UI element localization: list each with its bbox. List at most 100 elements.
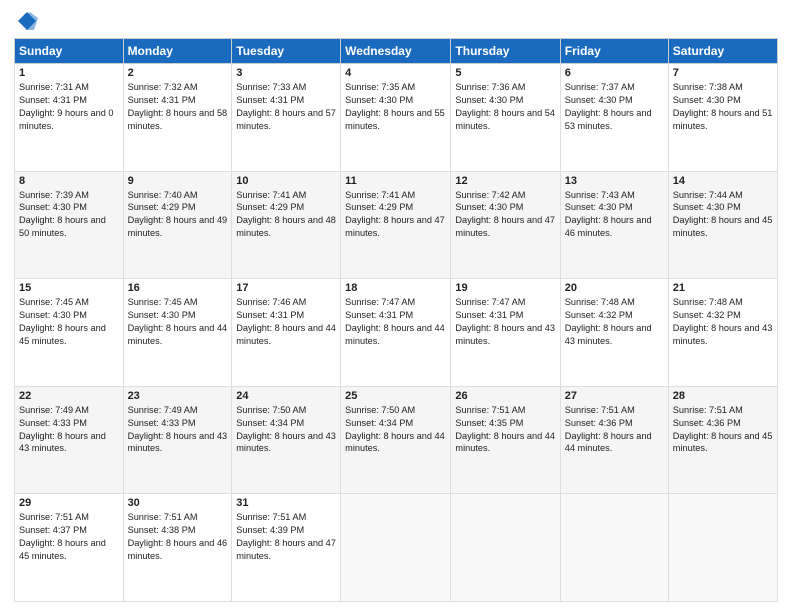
day-number: 26: [455, 390, 555, 402]
calendar-body: 1 Sunrise: 7:31 AMSunset: 4:31 PMDaylight…: [15, 64, 778, 602]
page-header: [14, 10, 778, 30]
day-info: Sunrise: 7:51 AMSunset: 4:36 PMDaylight:…: [565, 404, 664, 456]
table-row: 26Sunrise: 7:51 AMSunset: 4:35 PMDayligh…: [451, 386, 560, 494]
table-row: 9Sunrise: 7:40 AMSunset: 4:29 PMDaylight…: [123, 171, 232, 279]
day-number: 28: [673, 390, 773, 402]
table-row: 23 Sunrise: 7:49 AMSunset: 4:33 PMDayligh…: [123, 386, 232, 494]
day-number: 30: [128, 497, 228, 509]
day-number: 4: [345, 67, 446, 79]
day-info: Sunrise: 7:47 AMSunset: 4:31 PMDaylight:…: [455, 296, 555, 348]
col-sunday: Sunday: [15, 39, 124, 64]
day-number: 15: [19, 282, 119, 294]
day-number: 27: [565, 390, 664, 402]
day-number: 23: [128, 390, 228, 402]
day-info: Sunrise: 7:51 AMSunset: 4:36 PMDaylight:…: [673, 404, 773, 456]
day-info: Sunrise: 7:48 AMSunset: 4:32 PMDaylight:…: [565, 296, 664, 348]
table-row: 10 Sunrise: 7:41 AMSunset: 4:29 PMDayligh…: [232, 171, 341, 279]
table-row: 13Sunrise: 7:43 AMSunset: 4:30 PMDayligh…: [560, 171, 668, 279]
table-row: 15Sunrise: 7:45 AMSunset: 4:30 PMDayligh…: [15, 279, 124, 387]
day-info: Sunrise: 7:35 AMSunset: 4:30 PMDaylight:…: [345, 81, 446, 133]
day-number: 11: [345, 175, 446, 187]
col-tuesday: Tuesday: [232, 39, 341, 64]
calendar: Sunday Monday Tuesday Wednesday Thursday…: [14, 38, 778, 602]
day-info: Sunrise: 7:39 AMSunset: 4:30 PMDaylight:…: [19, 189, 119, 241]
day-number: 13: [565, 175, 664, 187]
day-number: 5: [455, 67, 555, 79]
table-row: 5 Sunrise: 7:36 AMSunset: 4:30 PMDaylight…: [451, 64, 560, 172]
day-info: Sunrise: 7:50 AMSunset: 4:34 PMDaylight:…: [345, 404, 446, 456]
table-row: 27 Sunrise: 7:51 AMSunset: 4:36 PMDayligh…: [560, 386, 668, 494]
day-info: Sunrise: 7:37 AMSunset: 4:30 PMDaylight:…: [565, 81, 664, 133]
day-info: Sunrise: 7:40 AMSunset: 4:29 PMDaylight:…: [128, 189, 228, 241]
day-number: 21: [673, 282, 773, 294]
table-row: 4 Sunrise: 7:35 AMSunset: 4:30 PMDaylight…: [341, 64, 451, 172]
calendar-week-1: 1 Sunrise: 7:31 AMSunset: 4:31 PMDaylight…: [15, 64, 778, 172]
table-row: 1 Sunrise: 7:31 AMSunset: 4:31 PMDaylight…: [15, 64, 124, 172]
day-number: 24: [236, 390, 336, 402]
day-info: Sunrise: 7:38 AMSunset: 4:30 PMDaylight:…: [673, 81, 773, 133]
day-info: Sunrise: 7:41 AMSunset: 4:29 PMDaylight:…: [345, 189, 446, 241]
day-number: 7: [673, 67, 773, 79]
day-number: 2: [128, 67, 228, 79]
day-number: 3: [236, 67, 336, 79]
day-info: Sunrise: 7:49 AMSunset: 4:33 PMDaylight:…: [128, 404, 228, 456]
table-row: [668, 494, 777, 602]
calendar-week-2: 8Sunrise: 7:39 AMSunset: 4:30 PMDaylight…: [15, 171, 778, 279]
table-row: 28 Sunrise: 7:51 AMSunset: 4:36 PMDayligh…: [668, 386, 777, 494]
col-wednesday: Wednesday: [341, 39, 451, 64]
day-number: 1: [19, 67, 119, 79]
day-info: Sunrise: 7:44 AMSunset: 4:30 PMDaylight:…: [673, 189, 773, 241]
logo: [14, 10, 38, 30]
day-info: Sunrise: 7:33 AMSunset: 4:31 PMDaylight:…: [236, 81, 336, 133]
day-info: Sunrise: 7:36 AMSunset: 4:30 PMDaylight:…: [455, 81, 555, 133]
col-monday: Monday: [123, 39, 232, 64]
table-row: 30 Sunrise: 7:51 AMSunset: 4:38 PMDayligh…: [123, 494, 232, 602]
day-number: 6: [565, 67, 664, 79]
calendar-week-4: 22 Sunrise: 7:49 AMSunset: 4:33 PMDayligh…: [15, 386, 778, 494]
day-number: 16: [128, 282, 228, 294]
page-container: Sunday Monday Tuesday Wednesday Thursday…: [0, 0, 792, 612]
day-number: 10: [236, 175, 336, 187]
day-info: Sunrise: 7:31 AMSunset: 4:31 PMDaylight:…: [19, 81, 119, 133]
day-number: 25: [345, 390, 446, 402]
table-row: [451, 494, 560, 602]
day-info: Sunrise: 7:46 AMSunset: 4:31 PMDaylight:…: [236, 296, 336, 348]
day-info: Sunrise: 7:41 AMSunset: 4:29 PMDaylight:…: [236, 189, 336, 241]
day-info: Sunrise: 7:49 AMSunset: 4:33 PMDaylight:…: [19, 404, 119, 456]
calendar-week-5: 29 Sunrise: 7:51 AMSunset: 4:37 PMDayligh…: [15, 494, 778, 602]
day-number: 31: [236, 497, 336, 509]
day-info: Sunrise: 7:45 AMSunset: 4:30 PMDaylight:…: [128, 296, 228, 348]
table-row: 2Sunrise: 7:32 AMSunset: 4:31 PMDaylight…: [123, 64, 232, 172]
day-number: 19: [455, 282, 555, 294]
day-info: Sunrise: 7:51 AMSunset: 4:37 PMDaylight:…: [19, 511, 119, 563]
col-saturday: Saturday: [668, 39, 777, 64]
col-thursday: Thursday: [451, 39, 560, 64]
table-row: 21 Sunrise: 7:48 AMSunset: 4:32 PMDayligh…: [668, 279, 777, 387]
table-row: 11 Sunrise: 7:41 AMSunset: 4:29 PMDayligh…: [341, 171, 451, 279]
day-info: Sunrise: 7:51 AMSunset: 4:38 PMDaylight:…: [128, 511, 228, 563]
day-info: Sunrise: 7:50 AMSunset: 4:34 PMDaylight:…: [236, 404, 336, 456]
logo-icon: [16, 10, 38, 32]
table-row: 6 Sunrise: 7:37 AMSunset: 4:30 PMDaylight…: [560, 64, 668, 172]
day-number: 29: [19, 497, 119, 509]
calendar-week-3: 15 Sunrise: 7:45 AMSunset: 4:30 PMDayligh…: [15, 279, 778, 387]
day-info: Sunrise: 7:42 AMSunset: 4:30 PMDaylight:…: [455, 189, 555, 241]
day-number: 20: [565, 282, 664, 294]
table-row: 7 Sunrise: 7:38 AMSunset: 4:30 PMDaylight…: [668, 64, 777, 172]
day-number: 17: [236, 282, 336, 294]
day-info: Sunrise: 7:51 AMSunset: 4:39 PMDaylight:…: [236, 511, 336, 563]
table-row: 16 Sunrise: 7:45 AMSunset: 4:30 PMDayligh…: [123, 279, 232, 387]
day-info: Sunrise: 7:48 AMSunset: 4:32 PMDaylight:…: [673, 296, 773, 348]
day-number: 14: [673, 175, 773, 187]
table-row: 3 Sunrise: 7:33 AMSunset: 4:31 PMDaylight…: [232, 64, 341, 172]
day-number: 22: [19, 390, 119, 402]
day-number: 12: [455, 175, 555, 187]
table-row: 24 Sunrise: 7:50 AMSunset: 4:34 PMDayligh…: [232, 386, 341, 494]
table-row: 31 Sunrise: 7:51 AMSunset: 4:39 PMDayligh…: [232, 494, 341, 602]
header-row: Sunday Monday Tuesday Wednesday Thursday…: [15, 39, 778, 64]
table-row: 19 Sunrise: 7:47 AMSunset: 4:31 PMDayligh…: [451, 279, 560, 387]
table-row: 17 Sunrise: 7:46 AMSunset: 4:31 PMDayligh…: [232, 279, 341, 387]
day-info: Sunrise: 7:47 AMSunset: 4:31 PMDaylight:…: [345, 296, 446, 348]
table-row: 20 Sunrise: 7:48 AMSunset: 4:32 PMDayligh…: [560, 279, 668, 387]
table-row: 22 Sunrise: 7:49 AMSunset: 4:33 PMDayligh…: [15, 386, 124, 494]
